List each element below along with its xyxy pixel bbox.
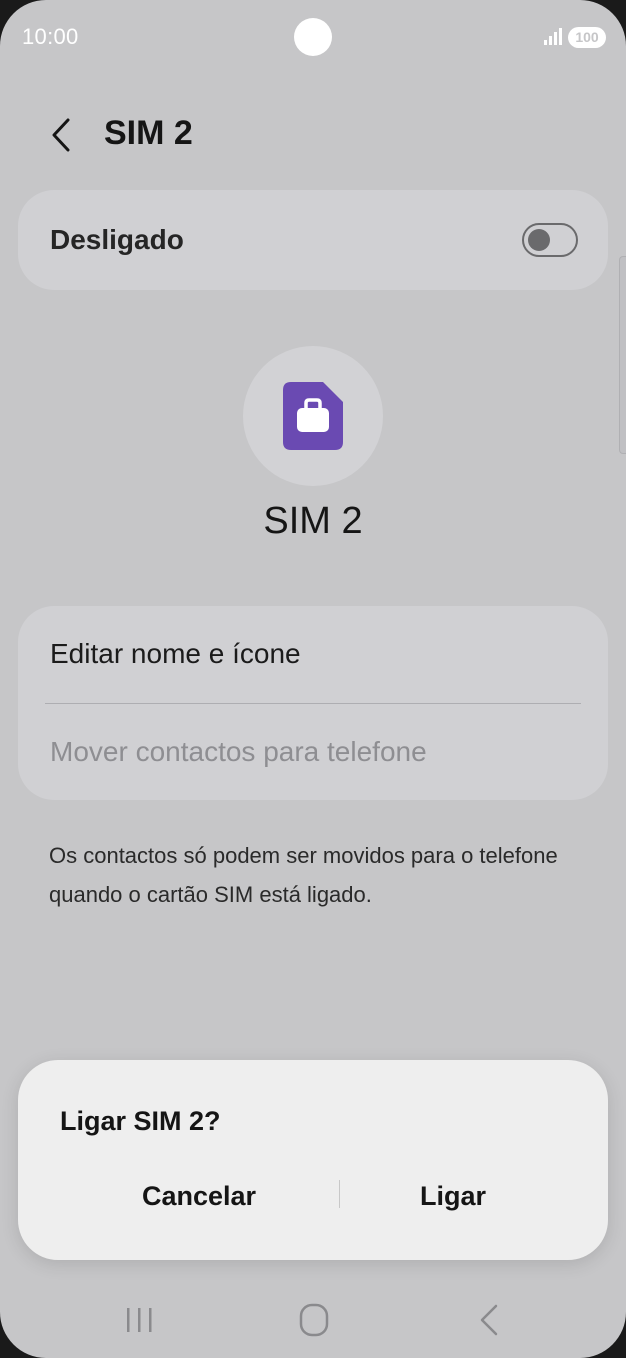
navigation-bar: [0, 1282, 626, 1358]
enable-sim-dialog: Ligar SIM 2? Cancelar Ligar: [18, 1060, 608, 1260]
options-card: Editar nome e ícone Mover contactos para…: [18, 606, 608, 800]
edit-name-icon-option[interactable]: Editar nome e ícone: [18, 606, 608, 702]
edit-name-icon-label: Editar nome e ícone: [50, 638, 301, 669]
signal-icon: [544, 28, 562, 45]
info-text: Os contactos só podem ser movidos para o…: [49, 843, 558, 907]
cancel-button[interactable]: Cancelar: [58, 1164, 340, 1228]
move-contacts-label: Mover contactos para telefone: [50, 736, 427, 767]
back-icon[interactable]: [464, 1300, 514, 1340]
confirm-button[interactable]: Ligar: [308, 1164, 598, 1228]
sim-card-briefcase-icon: [283, 382, 343, 450]
switch-knob: [528, 229, 550, 251]
scroll-handle[interactable]: [619, 256, 626, 454]
status-time: 10:00: [22, 24, 79, 49]
toggle-label: Desligado: [50, 224, 184, 255]
sim-switch[interactable]: [522, 223, 578, 257]
header: SIM 2: [0, 100, 626, 170]
battery-level: 100: [575, 29, 599, 45]
camera-cutout: [294, 18, 332, 56]
chevron-left-icon[interactable]: [46, 116, 76, 154]
page-title: SIM 2: [104, 114, 193, 152]
status-bar: 10:00 100: [0, 0, 626, 76]
sim-name: SIM 2: [263, 500, 363, 542]
dialog-title: Ligar SIM 2?: [60, 1106, 221, 1136]
home-icon[interactable]: [289, 1300, 339, 1340]
battery-icon: 100: [568, 27, 606, 48]
sim-toggle-row[interactable]: Desligado: [18, 190, 608, 290]
move-contacts-option: Mover contactos para telefone: [18, 704, 608, 800]
phone-screen: 10:00 100 SIM 2 Desligado SIM 2 Editar n…: [0, 0, 626, 1358]
recents-icon[interactable]: [114, 1300, 164, 1340]
sim-avatar: [243, 346, 383, 486]
